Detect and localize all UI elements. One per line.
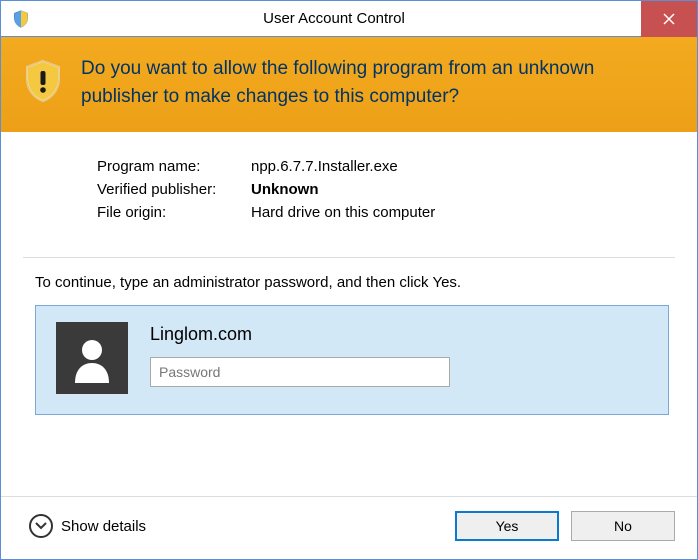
footer: Show details Yes No (1, 496, 697, 559)
yes-button[interactable]: Yes (455, 511, 559, 541)
program-name-value: npp.6.7.7.Installer.exe (251, 158, 675, 175)
banner-text: Do you want to allow the following progr… (81, 55, 675, 110)
instruction-text: To continue, type an administrator passw… (1, 258, 697, 305)
show-details-toggle[interactable]: Show details (29, 514, 146, 538)
close-button[interactable] (641, 1, 697, 37)
origin-label: File origin: (97, 204, 251, 221)
detail-row: Program name: npp.6.7.7.Installer.exe (97, 158, 675, 175)
program-name-label: Program name: (97, 158, 251, 175)
warning-shield-icon (23, 59, 63, 103)
password-input[interactable] (150, 357, 450, 387)
program-details: Program name: npp.6.7.7.Installer.exe Ve… (1, 132, 697, 243)
publisher-label: Verified publisher: (97, 181, 251, 198)
shield-icon (11, 9, 31, 29)
origin-value: Hard drive on this computer (251, 204, 675, 221)
detail-row: Verified publisher: Unknown (97, 181, 675, 198)
credential-fields: Linglom.com (150, 322, 648, 394)
titlebar: User Account Control (1, 1, 697, 37)
publisher-value: Unknown (251, 181, 675, 198)
no-button[interactable]: No (571, 511, 675, 541)
warning-banner: Do you want to allow the following progr… (1, 37, 697, 132)
uac-dialog: User Account Control Do you want to allo… (0, 0, 698, 560)
footer-buttons: Yes No (455, 511, 675, 541)
avatar (56, 322, 128, 394)
titlebar-title: User Account Control (31, 10, 697, 27)
user-icon (67, 333, 117, 383)
show-details-label: Show details (61, 518, 146, 535)
credential-box: Linglom.com (35, 305, 669, 415)
detail-row: File origin: Hard drive on this computer (97, 204, 675, 221)
chevron-down-icon (29, 514, 53, 538)
close-icon (662, 12, 676, 26)
username-label: Linglom.com (150, 324, 648, 345)
